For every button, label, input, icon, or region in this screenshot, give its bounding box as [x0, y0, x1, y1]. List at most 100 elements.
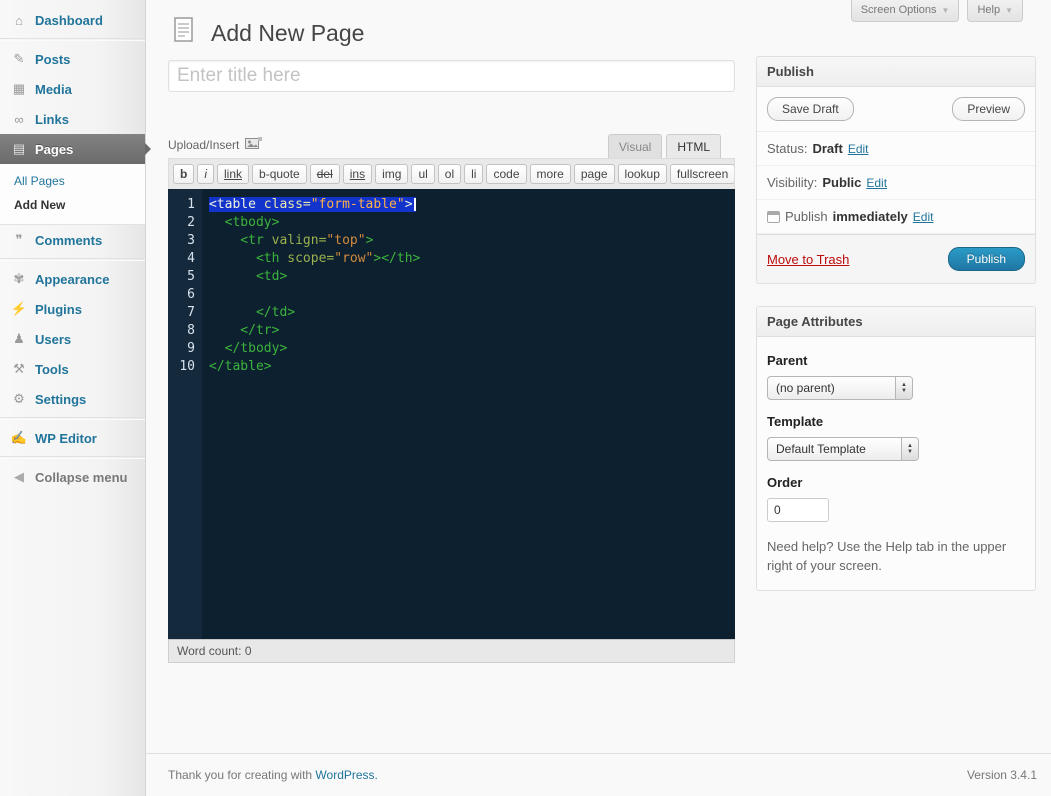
word-count-bar: Word count: 0	[168, 639, 735, 663]
line-number: 5	[168, 268, 195, 286]
help-button[interactable]: Help ▼	[967, 0, 1023, 22]
qt-del-button[interactable]: del	[310, 164, 340, 184]
line-number: 4	[168, 250, 195, 268]
sidebar-item-wp-editor[interactable]: ✍WP Editor	[0, 423, 145, 453]
selected-line-highlight: <table class="form-table">	[209, 197, 416, 212]
tab-visual[interactable]: Visual	[608, 134, 662, 158]
sidebar-item-links[interactable]: ∞Links	[0, 104, 145, 134]
page-attributes-body: Parent (no parent) ▲ ▼ Template Default …	[757, 337, 1035, 590]
code-line[interactable]: <td>	[209, 268, 735, 286]
sidebar-item-pages[interactable]: ▤Pages	[0, 134, 145, 164]
sidebar-item-label: Comments	[35, 233, 102, 248]
order-label: Order	[767, 475, 1025, 490]
status-edit-link[interactable]: Edit	[848, 142, 869, 156]
code-line[interactable]: <th scope="row"></th>	[209, 250, 735, 268]
publish-panel-header[interactable]: Publish	[757, 57, 1035, 87]
sidebar-item-label: Pages	[35, 142, 73, 157]
sidebar-item-tools[interactable]: ⚒Tools	[0, 354, 145, 384]
qt-lookup-button[interactable]: lookup	[618, 164, 667, 184]
save-draft-button[interactable]: Save Draft	[767, 97, 854, 121]
qt-img-button[interactable]: img	[375, 164, 408, 184]
help-label: Help	[977, 4, 1000, 16]
sidebar-item-settings[interactable]: ⚙Settings	[0, 384, 145, 414]
qt-ins-button[interactable]: ins	[343, 164, 372, 184]
add-media-icon[interactable]	[245, 137, 262, 153]
media-icon: ▦	[10, 81, 28, 97]
line-number: 7	[168, 304, 195, 322]
visibility-edit-link[interactable]: Edit	[866, 176, 887, 190]
editor-code[interactable]: <table class="form-table"> <tbody> <tr v…	[202, 189, 735, 639]
qt-b-quote-button[interactable]: b-quote	[252, 164, 307, 184]
qt-code-button[interactable]: code	[486, 164, 526, 184]
code-editor[interactable]: 12345678910 <table class="form-table"> <…	[168, 189, 735, 639]
sidebar-item-media[interactable]: ▦ Media	[0, 74, 145, 104]
qt-i-button[interactable]: i	[197, 164, 214, 184]
submenu-item-all-pages[interactable]: All Pages	[0, 169, 145, 193]
schedule-edit-link[interactable]: Edit	[913, 210, 934, 224]
code-line[interactable]: </tbody>	[209, 340, 735, 358]
publish-panel: Publish Save Draft Preview Status: Draft…	[756, 56, 1036, 284]
parent-select[interactable]: (no parent) ▲ ▼	[767, 376, 913, 400]
code-line[interactable]: </tr>	[209, 322, 735, 340]
sidebar-item-collapse-menu[interactable]: ◀Collapse menu	[0, 462, 145, 492]
upload-insert-label: Upload/Insert	[168, 138, 239, 152]
status-label: Status:	[767, 141, 807, 156]
code-line[interactable]: <table class="form-table">	[209, 196, 735, 214]
users-icon: ♟	[10, 331, 28, 347]
schedule-row: Publish immediately Edit	[757, 200, 1035, 234]
code-line[interactable]: </table>	[209, 358, 735, 376]
sidebar-item-comments[interactable]: ❞Comments	[0, 225, 145, 255]
sidebar-item-label: Media	[35, 82, 72, 97]
quicktags-toolbar: bilinkb-quotedelinsimgulollicodemorepage…	[168, 158, 735, 189]
word-count-label: Word count:	[177, 644, 241, 658]
sidebar-item-posts[interactable]: ✎Posts	[0, 44, 145, 74]
line-number: 1	[168, 196, 195, 214]
page-document-icon	[168, 15, 200, 52]
tab-html[interactable]: HTML	[666, 134, 721, 158]
code-line[interactable]: <tr valign="top">	[209, 232, 735, 250]
code-line[interactable]	[209, 286, 735, 304]
collapse-menu-icon: ◀	[10, 469, 28, 485]
media-tabs-row: Upload/Insert Visual HTML	[168, 132, 735, 158]
publish-button[interactable]: Publish	[948, 247, 1025, 271]
template-select-value: Default Template	[776, 442, 866, 456]
sidebar-item-label: Appearance	[35, 272, 109, 287]
code-line[interactable]: </td>	[209, 304, 735, 322]
code-line[interactable]: <tbody>	[209, 214, 735, 232]
wordpress-link[interactable]: WordPress.	[315, 768, 377, 782]
order-input[interactable]	[767, 498, 829, 522]
sidebar-item-dashboard[interactable]: ⌂Dashboard	[0, 5, 145, 35]
qt-ul-button[interactable]: ul	[411, 164, 434, 184]
preview-button[interactable]: Preview	[952, 97, 1025, 121]
qt-fullscreen-button[interactable]: fullscreen	[670, 164, 735, 184]
schedule-value: immediately	[833, 209, 908, 224]
settings-icon: ⚙	[10, 391, 28, 407]
page-attributes-header[interactable]: Page Attributes	[757, 307, 1035, 337]
qt-more-button[interactable]: more	[530, 164, 571, 184]
links-icon: ∞	[10, 112, 28, 127]
admin-sidebar: ⌂Dashboard ✎Posts ▦ Media ∞Links▤Pages All Pa…	[0, 0, 146, 796]
qt-page-button[interactable]: page	[574, 164, 615, 184]
screen-options-button[interactable]: Screen Options ▼	[851, 0, 960, 22]
word-count-value: 0	[245, 644, 252, 658]
upload-insert: Upload/Insert	[168, 137, 262, 158]
submenu-item-add-new[interactable]: Add New	[0, 193, 145, 217]
editor-tabs: Visual HTML	[608, 134, 721, 158]
move-to-trash-link[interactable]: Move to Trash	[767, 252, 849, 267]
sidebar-item-label: Tools	[35, 362, 69, 377]
select-stepper-icon: ▲ ▼	[901, 438, 918, 460]
qt-li-button[interactable]: li	[464, 164, 483, 184]
qt-link-button[interactable]: link	[217, 164, 249, 184]
page-title: Add New Page	[211, 20, 364, 47]
title-input[interactable]	[168, 60, 735, 92]
template-label: Template	[767, 414, 1025, 429]
sidebar-item-users[interactable]: ♟Users	[0, 324, 145, 354]
template-select[interactable]: Default Template ▲ ▼	[767, 437, 919, 461]
caret-down-icon: ▼	[942, 6, 950, 15]
sidebar-item-label: Dashboard	[35, 13, 103, 28]
sidebar-item-appearance[interactable]: ✾Appearance	[0, 264, 145, 294]
qt-ol-button[interactable]: ol	[438, 164, 461, 184]
status-row: Status: Draft Edit	[757, 132, 1035, 166]
sidebar-item-plugins[interactable]: ⚡Plugins	[0, 294, 145, 324]
qt-b-button[interactable]: b	[173, 164, 194, 184]
